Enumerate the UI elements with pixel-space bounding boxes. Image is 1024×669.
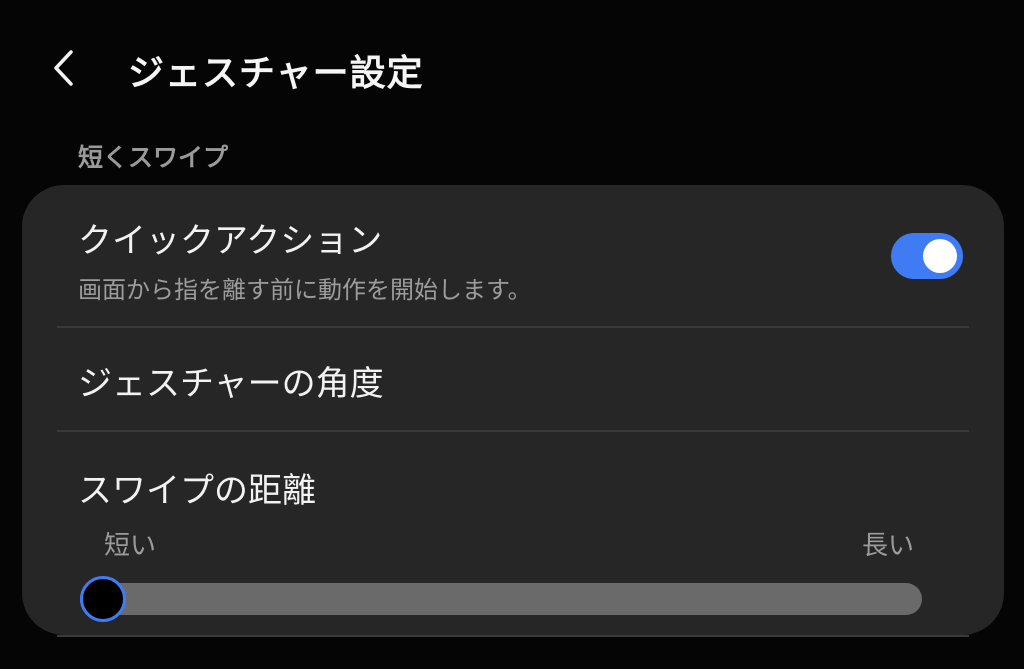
divider	[57, 635, 969, 637]
back-button[interactable]	[36, 40, 92, 96]
quick-action-row[interactable]: クイックアクション 画面から指を離す前に動作を開始します。	[22, 185, 1004, 326]
slider-min-label: 短い	[104, 531, 157, 561]
gesture-settings-screen: ジェスチャー設定 短くスワイプ クイックアクション 画面から指を離す前に動作を開…	[0, 0, 1024, 669]
page-title: ジェスチャー設定	[128, 53, 424, 94]
quick-action-title: クイックアクション	[78, 221, 383, 261]
chevron-left-icon	[54, 50, 73, 86]
toggle-knob	[923, 239, 957, 273]
gesture-angle-title: ジェスチャーの角度	[78, 364, 384, 404]
gesture-angle-row[interactable]: ジェスチャーの角度	[22, 328, 1004, 430]
section-label: 短くスワイプ	[78, 143, 229, 172]
swipe-distance-title: スワイプの距離	[78, 471, 316, 511]
quick-action-subtitle: 画面から指を離す前に動作を開始します。	[78, 276, 532, 304]
settings-card: クイックアクション 画面から指を離す前に動作を開始します。 ジェスチャーの角度 …	[22, 185, 1004, 635]
swipe-distance-slider[interactable]	[80, 576, 922, 622]
slider-max-label: 長い	[862, 531, 915, 561]
slider-thumb[interactable]	[80, 576, 126, 622]
quick-action-toggle[interactable]	[891, 233, 963, 279]
header: ジェスチャー設定	[0, 30, 1024, 110]
divider	[57, 430, 969, 432]
